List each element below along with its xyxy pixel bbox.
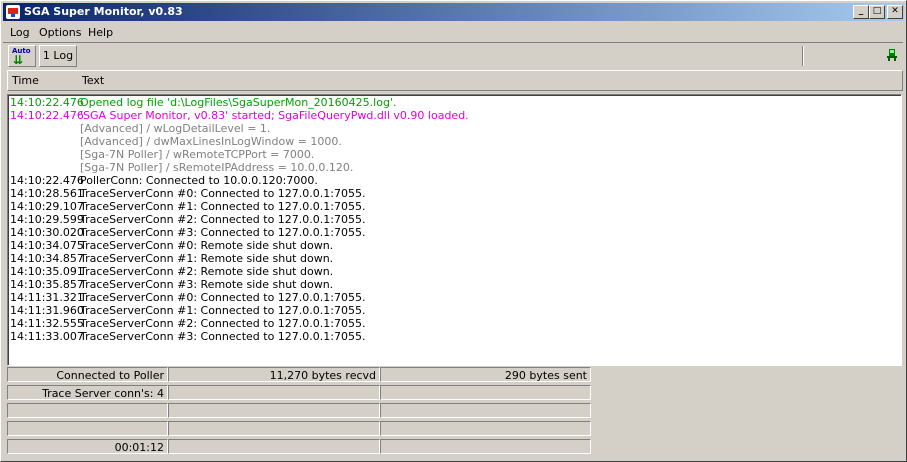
log-time: 14:10:22.476: [10, 109, 84, 122]
log-time: 14:11:31.321: [10, 291, 84, 304]
log-row[interactable]: 14:10:22.476PollerConn: Connected to 10.…: [10, 174, 318, 187]
log-time: 14:10:29.107: [10, 200, 84, 213]
close-button[interactable]: ✕: [887, 5, 903, 19]
status-cell: [380, 403, 591, 418]
log-row[interactable]: 14:11:33.007TraceServerConn #3: Connecte…: [10, 330, 365, 343]
log-row[interactable]: [Sga-7N Poller] / sRemoteIPAddress = 10.…: [10, 161, 353, 174]
status-cell: 11,270 bytes recvd: [168, 367, 380, 382]
status-cell: [168, 439, 380, 454]
log-time: 14:10:35.857: [10, 278, 84, 291]
log-text: TraceServerConn #0: Connected to 127.0.0…: [80, 187, 366, 200]
log-time: 14:11:31.960: [10, 304, 84, 317]
log-text: [Advanced] / dwMaxLinesInLogWindow = 100…: [80, 135, 342, 148]
column-time[interactable]: Time: [12, 74, 39, 87]
app-icon[interactable]: [6, 5, 20, 19]
main-window: SGA Super Monitor, v0.83 _ □ ✕ Log Optio…: [0, 0, 907, 462]
log-text: TraceServerConn #3: Connected to 127.0.0…: [80, 330, 366, 343]
menu-options[interactable]: Options: [39, 26, 81, 39]
log-text: TraceServerConn #2: Connected to 127.0.0…: [80, 317, 366, 330]
menu-help[interactable]: Help: [88, 26, 113, 39]
toolbar-separator: [802, 46, 804, 66]
log-row[interactable]: 14:11:32.555TraceServerConn #2: Connecte…: [10, 317, 365, 330]
log-row[interactable]: 14:10:30.020TraceServerConn #3: Connecte…: [10, 226, 365, 239]
window-title: SGA Super Monitor, v0.83: [24, 5, 183, 18]
log-text: TraceServerConn #1: Connected to 127.0.0…: [80, 304, 366, 317]
status-cell: [168, 385, 380, 400]
status-cell: [7, 421, 168, 436]
log-text: TraceServerConn #0: Connected to 127.0.0…: [80, 291, 366, 304]
log-text: TraceServerConn #0: Remote side shut dow…: [80, 239, 334, 252]
log-row[interactable]: 14:10:22.476'SGA Super Monitor, v0.83' s…: [10, 109, 469, 122]
arrows-down-icon: ⇊: [13, 53, 24, 67]
status-cell: Trace Server conn's: 4: [7, 385, 168, 400]
log-time: 14:10:29.599: [10, 213, 84, 226]
log-text: TraceServerConn #1: Remote side shut dow…: [80, 252, 334, 265]
log-time: 14:10:22.476: [10, 96, 84, 109]
toolbar: Auto ⇊ 1 Log: [3, 42, 903, 69]
log-row[interactable]: 14:10:34.857TraceServerConn #1: Remote s…: [10, 252, 333, 265]
log-text: TraceServerConn #1: Connected to 127.0.0…: [80, 200, 366, 213]
log-row[interactable]: [Sga-7N Poller] / wRemoteTCPPort = 7000.: [10, 148, 314, 161]
log-time: 14:11:33.007: [10, 330, 84, 343]
log-text: TraceServerConn #2: Remote side shut dow…: [80, 265, 334, 278]
log-row[interactable]: 14:10:22.476Opened log file 'd:\LogFiles…: [10, 96, 396, 109]
log-row[interactable]: 14:10:29.107TraceServerConn #1: Connecte…: [10, 200, 365, 213]
status-cell: 290 bytes sent: [380, 367, 591, 382]
status-cell: Connected to Poller: [7, 367, 168, 382]
log-row[interactable]: 14:11:31.321TraceServerConn #0: Connecte…: [10, 291, 365, 304]
log-row[interactable]: [Advanced] / dwMaxLinesInLogWindow = 100…: [10, 135, 342, 148]
log-list-header: Time Text: [7, 70, 903, 91]
log-row[interactable]: [Advanced] / wLogDetailLevel = 1.: [10, 122, 270, 135]
log-text: [Sga-7N Poller] / sRemoteIPAddress = 10.…: [80, 161, 354, 174]
status-cell: [168, 403, 380, 418]
log-row[interactable]: 14:11:31.960TraceServerConn #1: Connecte…: [10, 304, 365, 317]
log-text: [Advanced] / wLogDetailLevel = 1.: [80, 122, 271, 135]
title-bar[interactable]: SGA Super Monitor, v0.83 _ □ ✕: [3, 3, 904, 21]
log-time: 14:10:22.476: [10, 174, 84, 187]
status-cell: [380, 421, 591, 436]
connection-status-icon: [887, 49, 897, 61]
log-row[interactable]: 14:10:35.857TraceServerConn #3: Remote s…: [10, 278, 333, 291]
log-text: TraceServerConn #3: Remote side shut dow…: [80, 278, 334, 291]
status-cell: [168, 421, 380, 436]
auto-scroll-button[interactable]: Auto ⇊: [8, 45, 36, 67]
log-time: 14:10:30.020: [10, 226, 84, 239]
status-cell: [380, 385, 591, 400]
log-row[interactable]: 14:10:29.599TraceServerConn #2: Connecte…: [10, 213, 365, 226]
minimize-button[interactable]: _: [853, 5, 869, 19]
maximize-button[interactable]: □: [869, 5, 885, 19]
log-time: 14:10:34.857: [10, 252, 84, 265]
log-list[interactable]: 14:10:22.476Opened log file 'd:\LogFiles…: [7, 94, 902, 366]
log-text: 'SGA Super Monitor, v0.83' started; SgaF…: [80, 109, 469, 122]
status-cell: 00:01:12: [7, 439, 168, 454]
log-text: Opened log file 'd:\LogFiles\SgaSuperMon…: [80, 96, 397, 109]
menu-log[interactable]: Log: [10, 26, 30, 39]
log-row[interactable]: 14:10:35.091TraceServerConn #2: Remote s…: [10, 265, 333, 278]
log-text: PollerConn: Connected to 10.0.0.120:7000…: [80, 174, 318, 187]
log-row[interactable]: 14:10:28.561TraceServerConn #0: Connecte…: [10, 187, 365, 200]
menu-bar: Log Options Help: [3, 23, 903, 41]
log-time: 14:10:35.091: [10, 265, 84, 278]
log-text: [Sga-7N Poller] / wRemoteTCPPort = 7000.: [80, 148, 315, 161]
column-text[interactable]: Text: [82, 74, 104, 87]
log-tab-button[interactable]: 1 Log: [39, 45, 77, 67]
status-cell: [380, 439, 591, 454]
log-row[interactable]: 14:10:34.075TraceServerConn #0: Remote s…: [10, 239, 333, 252]
log-time: 14:11:32.555: [10, 317, 84, 330]
log-text: TraceServerConn #3: Connected to 127.0.0…: [80, 226, 366, 239]
log-time: 14:10:34.075: [10, 239, 84, 252]
log-text: TraceServerConn #2: Connected to 127.0.0…: [80, 213, 366, 226]
log-time: 14:10:28.561: [10, 187, 84, 200]
status-cell: [7, 403, 168, 418]
